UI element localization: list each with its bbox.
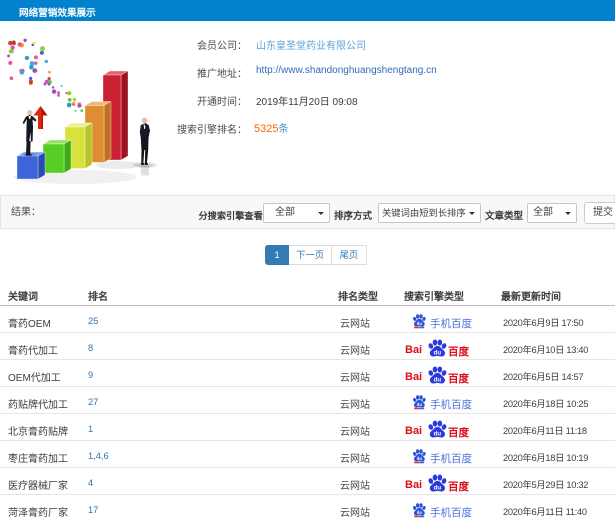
svg-text:du: du	[417, 321, 423, 326]
svg-text:du: du	[434, 377, 442, 384]
svg-text:du: du	[417, 402, 423, 407]
svg-text:du: du	[434, 350, 442, 357]
svg-text:du: du	[434, 485, 442, 492]
svg-text:du: du	[434, 431, 442, 438]
svg-text:du: du	[417, 456, 423, 461]
svg-text:du: du	[417, 510, 423, 515]
